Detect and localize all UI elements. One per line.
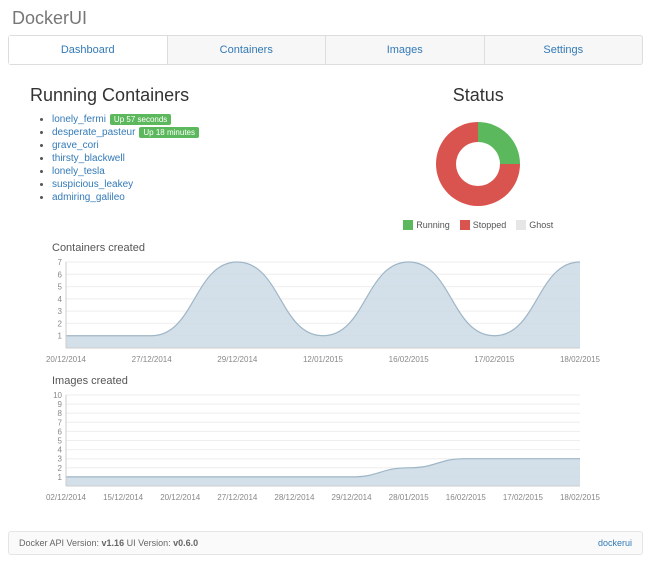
container-item: thirsty_blackwell <box>52 153 316 164</box>
svg-text:02/12/2014: 02/12/2014 <box>46 493 87 502</box>
status-panel: Status Running Stopped Ghost <box>336 85 622 230</box>
svg-text:4: 4 <box>58 446 63 455</box>
images-created-section: Images created 12345678910 02/12/2014 15/1… <box>30 375 621 507</box>
status-heading: Status <box>336 85 622 106</box>
container-link[interactable]: grave_cori <box>52 140 99 151</box>
svg-text:5: 5 <box>58 437 63 446</box>
svg-text:2: 2 <box>58 319 63 328</box>
footer: Docker API Version: v1.16 UI Version: v0… <box>8 531 643 555</box>
svg-text:5: 5 <box>58 283 63 292</box>
svg-text:27/12/2014: 27/12/2014 <box>217 493 258 502</box>
svg-text:17/02/2015: 17/02/2015 <box>503 493 544 502</box>
dashboard-content: Running Containers lonely_fermi Up 57 sec… <box>0 65 651 517</box>
svg-text:28/12/2014: 28/12/2014 <box>274 493 315 502</box>
svg-text:16/02/2015: 16/02/2015 <box>389 355 430 364</box>
svg-text:15/12/2014: 15/12/2014 <box>103 493 144 502</box>
container-item: suspicious_leakey <box>52 179 316 190</box>
legend-swatch <box>516 220 526 230</box>
app-title: DockerUI <box>0 0 651 35</box>
legend-swatch <box>460 220 470 230</box>
svg-text:3: 3 <box>58 307 63 316</box>
svg-text:29/12/2014: 29/12/2014 <box>217 355 258 364</box>
svg-text:2: 2 <box>58 464 63 473</box>
svg-text:9: 9 <box>58 400 63 409</box>
legend-item: Stopped <box>460 220 507 230</box>
container-item: admiring_galileo <box>52 192 316 203</box>
svg-text:17/02/2015: 17/02/2015 <box>474 355 515 364</box>
svg-text:18/02/2015: 18/02/2015 <box>560 493 601 502</box>
svg-text:28/01/2015: 28/01/2015 <box>389 493 430 502</box>
tab-dashboard[interactable]: Dashboard <box>9 36 168 64</box>
running-containers-panel: Running Containers lonely_fermi Up 57 sec… <box>30 85 316 230</box>
container-link[interactable]: thirsty_blackwell <box>52 153 125 164</box>
svg-text:20/12/2014: 20/12/2014 <box>160 493 201 502</box>
container-link[interactable]: lonely_tesla <box>52 166 105 177</box>
svg-text:18/02/2015: 18/02/2015 <box>560 355 601 364</box>
svg-text:6: 6 <box>58 427 63 436</box>
footer-link[interactable]: dockerui <box>598 538 632 548</box>
legend-label: Ghost <box>529 220 553 230</box>
tab-settings[interactable]: Settings <box>485 36 643 64</box>
containers-created-title: Containers created <box>52 242 621 254</box>
container-item: lonely_tesla <box>52 166 316 177</box>
container-link[interactable]: lonely_fermi <box>52 114 106 125</box>
svg-text:1: 1 <box>58 332 63 341</box>
running-containers-heading: Running Containers <box>30 85 316 106</box>
status-donut-chart <box>418 114 538 214</box>
svg-text:27/12/2014: 27/12/2014 <box>132 355 173 364</box>
svg-text:3: 3 <box>58 455 63 464</box>
svg-text:10: 10 <box>53 391 62 400</box>
status-legend: Running Stopped Ghost <box>403 220 553 230</box>
svg-text:7: 7 <box>58 258 63 267</box>
tab-containers[interactable]: Containers <box>168 36 327 64</box>
container-item: lonely_fermi Up 57 seconds <box>52 114 316 125</box>
tab-images[interactable]: Images <box>326 36 485 64</box>
version-info: Docker API Version: v1.16 UI Version: v0… <box>19 538 198 548</box>
container-link[interactable]: suspicious_leakey <box>52 179 133 190</box>
status-badge: Up 57 seconds <box>110 114 171 125</box>
legend-swatch <box>403 220 413 230</box>
container-item: grave_cori <box>52 140 316 151</box>
svg-text:29/12/2014: 29/12/2014 <box>332 493 373 502</box>
images-created-title: Images created <box>52 375 621 387</box>
legend-item: Running <box>403 220 450 230</box>
containers-created-section: Containers created 1 2 3 4 5 6 7 20/12/2014 27/1… <box>30 242 621 369</box>
container-item: desperate_pasteur Up 18 minutes <box>52 127 316 138</box>
legend-label: Stopped <box>473 220 507 230</box>
containers-created-chart: 1 2 3 4 5 6 7 20/12/2014 27/12/2014 29/12/2014 12/… <box>30 256 621 366</box>
svg-text:16/02/2015: 16/02/2015 <box>446 493 487 502</box>
svg-text:7: 7 <box>58 418 63 427</box>
svg-text:8: 8 <box>58 409 63 418</box>
svg-text:12/01/2015: 12/01/2015 <box>303 355 344 364</box>
container-link[interactable]: desperate_pasteur <box>52 127 135 138</box>
running-containers-list: lonely_fermi Up 57 seconds desperate_paste… <box>30 114 316 203</box>
svg-text:1: 1 <box>58 473 63 482</box>
container-link[interactable]: admiring_galileo <box>52 192 125 203</box>
svg-text:20/12/2014: 20/12/2014 <box>46 355 87 364</box>
svg-text:4: 4 <box>58 295 63 304</box>
images-created-chart: 12345678910 02/12/2014 15/12/2014 20/12/201… <box>30 389 621 504</box>
status-badge: Up 18 minutes <box>139 127 199 138</box>
legend-label: Running <box>416 220 450 230</box>
svg-text:6: 6 <box>58 270 63 279</box>
legend-item: Ghost <box>516 220 553 230</box>
main-tabs: DashboardContainersImagesSettings <box>8 35 643 65</box>
